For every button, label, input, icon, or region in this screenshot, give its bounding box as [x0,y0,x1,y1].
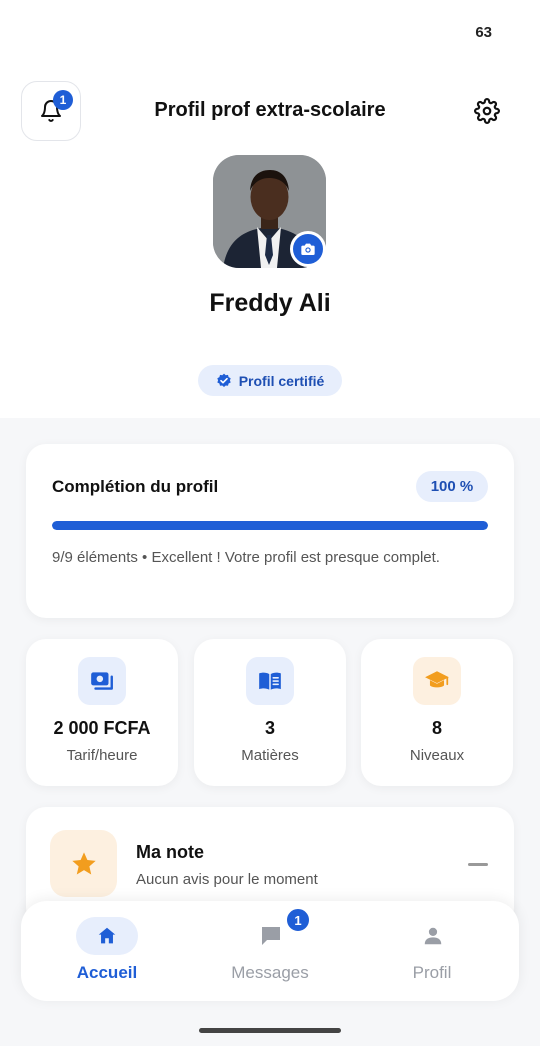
nav-item-messages[interactable]: Messages [187,901,353,1001]
stat-card-levels[interactable]: 8 Niveaux [361,639,513,786]
nav-item-home[interactable]: Accueil [21,901,187,1001]
bottom-navigation: Accueil Messages Profil 1 [21,901,519,1001]
star-icon-container [50,830,117,897]
rating-title: Ma note [136,842,205,862]
money-icon-container [78,657,126,705]
stat-card-subjects[interactable]: 3 Matières [194,639,346,786]
profile-name: Freddy Ali [209,289,331,317]
certified-badge: Profil certifié [198,365,342,396]
graduation-cap-icon-container [413,657,461,705]
star-icon [71,851,96,874]
graduation-cap-icon [425,671,449,688]
nav-label-profile: Profil [412,963,452,982]
stat-value-levels: 8 [431,718,442,738]
stat-value-rate: 2 000 FCFA [53,718,151,738]
nav-label-home: Accueil [76,963,138,982]
status-number: 63 [475,24,492,41]
gear-icon[interactable] [474,98,500,124]
change-photo-button[interactable] [290,231,326,267]
book-icon-container [246,657,294,705]
stat-label-rate: Tarif/heure [66,747,138,764]
book-icon [259,672,281,690]
nav-label-messages: Messages [231,963,309,982]
nav-profile-pill [402,917,464,955]
messages-badge: 1 [285,907,311,933]
collapse-icon[interactable] [468,863,488,866]
person-icon [424,927,442,945]
money-icon [91,672,113,690]
completion-detail: 9/9 éléments • Excellent ! Votre profil … [52,549,440,566]
rating-subtitle: Aucun avis pour le moment [136,871,318,888]
nav-item-profile[interactable]: Profil [353,901,519,1001]
chat-icon [262,927,280,945]
completion-progress-fill [52,521,488,530]
verified-icon [217,373,231,387]
completion-percent-badge: 100 % [416,471,488,502]
completion-progress-bar [52,521,488,530]
stat-card-rate[interactable]: 2 000 FCFA Tarif/heure [26,639,178,786]
stat-label-levels: Niveaux [409,747,465,764]
home-indicator[interactable] [199,1028,341,1033]
camera-icon [301,243,315,255]
profile-completion-card: Complétion du profil 100 % 9/9 éléments … [26,444,514,618]
certified-label: Profil certifié [238,372,325,389]
home-icon [98,927,116,944]
stat-value-subjects: 3 [264,718,275,738]
stat-label-subjects: Matières [241,747,299,764]
page-title: Profil prof extra-scolaire [154,99,386,121]
nav-home-pill [76,917,138,955]
completion-title: Complétion du profil [52,477,219,496]
